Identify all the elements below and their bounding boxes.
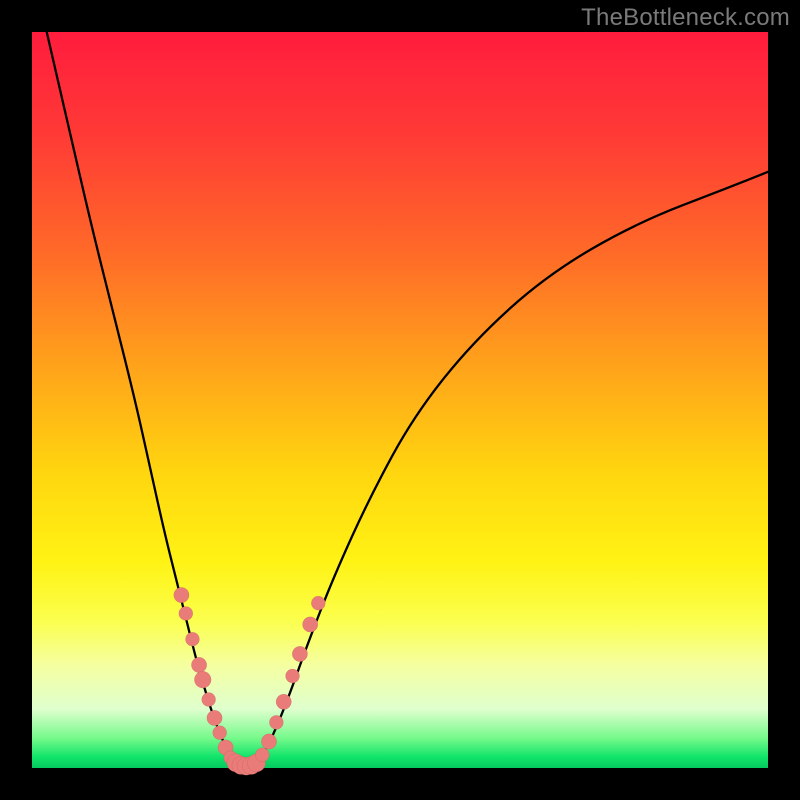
- data-marker: [303, 617, 318, 632]
- data-marker: [207, 710, 222, 725]
- data-marker: [174, 587, 189, 602]
- watermark-text: TheBottleneck.com: [581, 4, 790, 32]
- data-marker: [179, 606, 193, 620]
- data-marker: [191, 657, 206, 672]
- data-marker: [255, 748, 269, 762]
- data-marker: [213, 726, 227, 740]
- data-marker: [269, 715, 283, 729]
- chart-svg: [32, 32, 768, 768]
- chart-frame: TheBottleneck.com: [0, 0, 800, 800]
- plot-area: [32, 32, 768, 768]
- data-marker: [261, 734, 276, 749]
- data-marker: [185, 632, 199, 646]
- data-marker: [311, 596, 325, 610]
- bottleneck-curve: [47, 32, 768, 767]
- data-marker: [202, 693, 216, 707]
- data-marker: [286, 669, 300, 683]
- data-marker: [276, 694, 291, 709]
- curve-group: [47, 32, 768, 767]
- marker-group: [174, 587, 326, 775]
- data-marker: [194, 671, 211, 688]
- data-marker: [292, 646, 307, 661]
